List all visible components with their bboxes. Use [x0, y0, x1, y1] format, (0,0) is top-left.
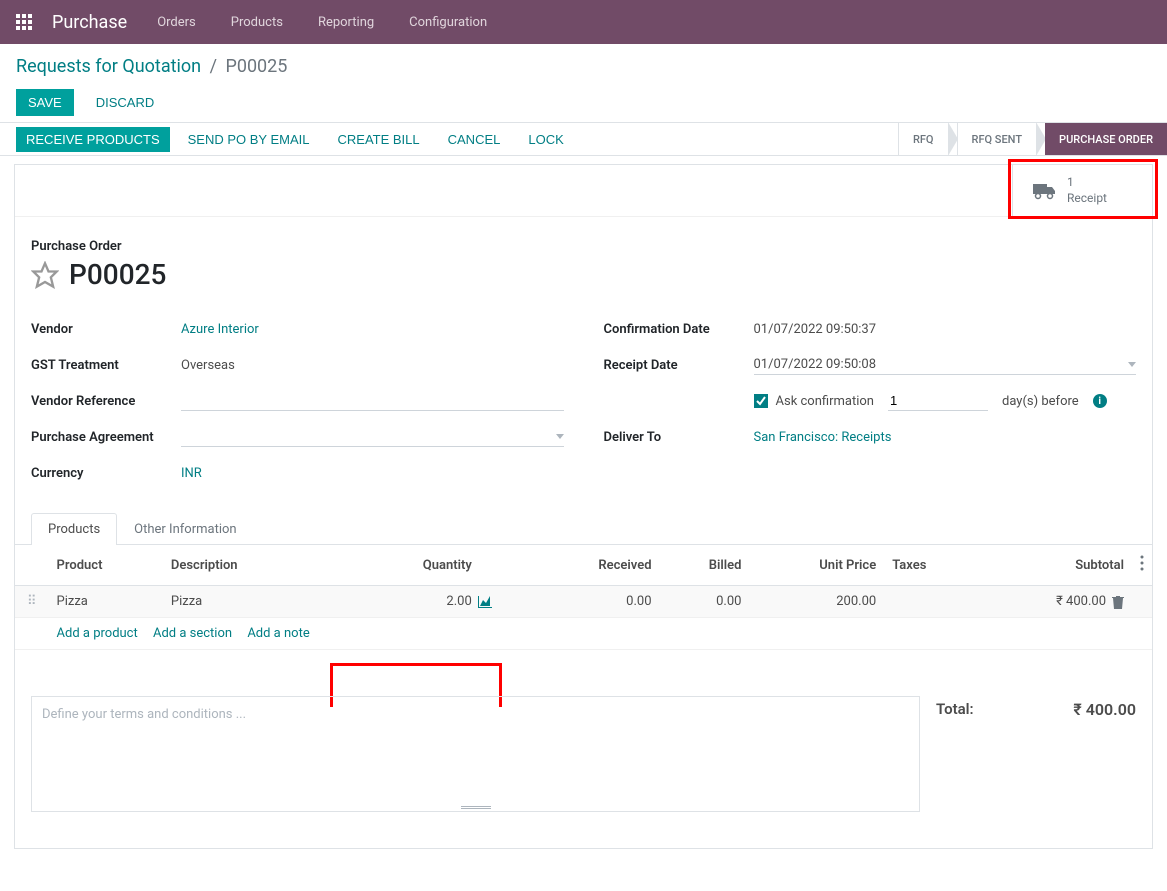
info-icon[interactable]: i	[1093, 394, 1107, 408]
ask-confirm-checkbox[interactable]	[754, 394, 768, 408]
lock-button[interactable]: Lock	[518, 127, 573, 152]
apps-icon[interactable]	[16, 14, 32, 30]
total-value: ₹ 400.00	[1073, 700, 1136, 719]
receipt-label: Receipt	[1067, 191, 1107, 207]
chevron-down-icon	[1128, 362, 1136, 367]
currency-value[interactable]: INR	[181, 466, 564, 481]
cell-unit-price[interactable]: 200.00	[749, 586, 884, 618]
vendor-ref-input[interactable]	[181, 391, 564, 411]
col-description: Description	[163, 545, 316, 586]
receipt-count: 1	[1067, 175, 1107, 191]
gst-value[interactable]: Overseas	[181, 358, 564, 373]
create-bill-button[interactable]: Create Bill	[328, 127, 430, 152]
receive-products-button[interactable]: Receive Products	[16, 127, 170, 152]
resize-handle-icon[interactable]	[461, 805, 491, 809]
days-input[interactable]	[888, 391, 988, 411]
save-button[interactable]: Save	[16, 89, 74, 116]
nav-configuration[interactable]: Configuration	[409, 15, 487, 30]
deliver-to-value[interactable]: San Francisco: Receipts	[754, 430, 1137, 445]
cancel-button[interactable]: Cancel	[438, 127, 511, 152]
receipt-date-label: Receipt Date	[604, 358, 754, 373]
col-unit-price: Unit Price	[749, 545, 884, 586]
gst-label: GST Treatment	[31, 358, 181, 373]
cell-billed: 0.00	[660, 586, 750, 618]
nav-reporting[interactable]: Reporting	[318, 15, 374, 30]
discard-button[interactable]: Discard	[84, 89, 167, 116]
total-label: Total:	[936, 700, 974, 719]
drag-handle-icon[interactable]: ⠿	[23, 594, 41, 609]
receipt-stat-button[interactable]: 1 Receipt	[1012, 165, 1152, 216]
currency-label: Currency	[31, 466, 181, 481]
cell-taxes[interactable]	[884, 586, 977, 618]
order-name: P00025	[69, 258, 166, 291]
status-stage-rfq-sent[interactable]: RFQ Sent	[957, 123, 1037, 155]
terms-box	[31, 696, 920, 812]
favorite-star-icon[interactable]	[31, 261, 59, 289]
vendor-label: Vendor	[31, 322, 181, 337]
truck-icon	[1033, 181, 1057, 201]
cell-quantity[interactable]: 2.00	[446, 594, 471, 609]
vendor-ref-label: Vendor Reference	[31, 394, 181, 409]
add-product-link[interactable]: Add a product	[57, 626, 138, 641]
status-stage-rfq[interactable]: RFQ	[898, 123, 948, 155]
breadcrumb-sep: /	[210, 56, 217, 77]
cell-subtotal: ₹ 400.00	[1056, 594, 1106, 609]
vendor-value[interactable]: Azure Interior	[181, 322, 564, 337]
breadcrumb-current: P00025	[225, 56, 287, 77]
kebab-icon[interactable]	[1140, 555, 1144, 571]
agreement-label: Purchase Agreement	[31, 430, 181, 445]
cell-description[interactable]: Pizza	[163, 586, 316, 618]
col-received: Received	[532, 545, 660, 586]
breadcrumb: Requests for Quotation / P00025	[16, 56, 1151, 77]
terms-input[interactable]	[42, 707, 909, 797]
add-section-link[interactable]: Add a section	[153, 626, 232, 641]
receipt-date-input[interactable]: 01/07/2022 09:50:08	[754, 355, 1137, 375]
deliver-to-label: Deliver To	[604, 430, 754, 445]
nav-products[interactable]: Products	[231, 15, 283, 30]
tab-products[interactable]: Products	[31, 513, 117, 545]
ask-confirm-label: Ask confirmation	[776, 394, 875, 409]
statusbar: Receive Products Send PO by Email Create…	[0, 122, 1167, 156]
cell-product[interactable]: Pizza	[49, 586, 163, 618]
delete-row-icon[interactable]	[1112, 595, 1124, 609]
nav-orders[interactable]: Orders	[157, 15, 196, 30]
col-taxes: Taxes	[884, 545, 977, 586]
confirm-date-label: Confirmation Date	[604, 322, 754, 337]
form-sheet: 1 Receipt Purchase Order P00025 Vendor A…	[14, 164, 1153, 849]
order-lines-table: Product Description Quantity Received Bi…	[15, 545, 1152, 650]
cell-received: 0.00	[532, 586, 660, 618]
col-quantity: Quantity	[316, 545, 532, 586]
breadcrumb-parent[interactable]: Requests for Quotation	[16, 56, 201, 77]
navbar: Purchase Orders Products Reporting Confi…	[0, 0, 1167, 44]
confirm-date-value: 01/07/2022 09:50:37	[754, 322, 1137, 337]
col-subtotal: Subtotal	[977, 545, 1132, 586]
table-row[interactable]: ⠿ Pizza Pizza 2.00 0.00 0.00 200.00 ₹ 40…	[15, 586, 1152, 618]
agreement-input[interactable]	[181, 427, 564, 447]
app-brand[interactable]: Purchase	[52, 12, 127, 33]
forecast-chart-icon[interactable]	[478, 596, 492, 608]
tab-other-info[interactable]: Other Information	[117, 513, 253, 545]
chevron-down-icon	[556, 434, 564, 439]
col-billed: Billed	[660, 545, 750, 586]
col-product: Product	[49, 545, 163, 586]
status-stage-purchase-order[interactable]: Purchase Order	[1045, 123, 1167, 155]
add-note-link[interactable]: Add a note	[247, 626, 309, 641]
days-suffix: day(s) before	[1002, 394, 1079, 409]
title-label: Purchase Order	[31, 239, 1136, 254]
send-po-email-button[interactable]: Send PO by Email	[178, 127, 320, 152]
